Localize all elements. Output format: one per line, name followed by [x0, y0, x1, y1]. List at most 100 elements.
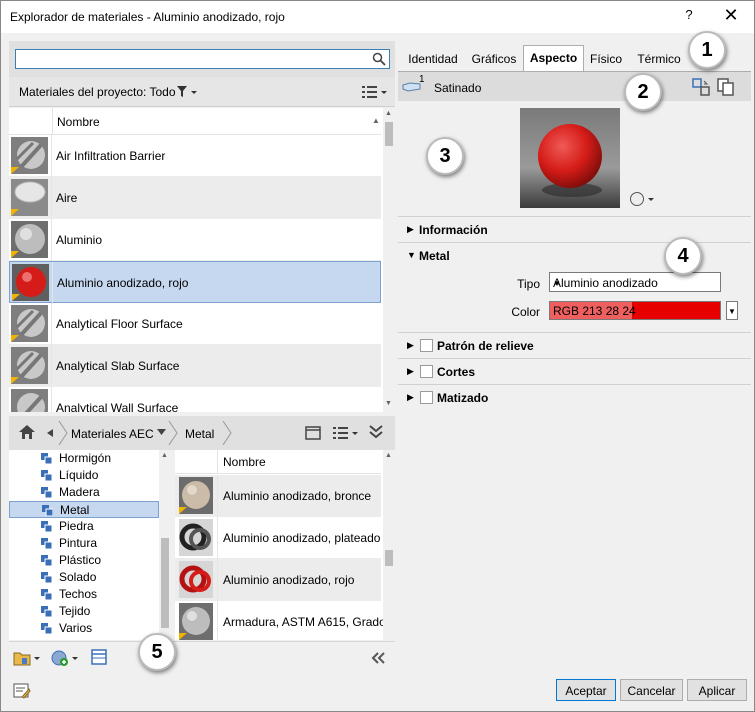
tree-item[interactable]: Líquido [9, 467, 159, 484]
panel-toggle-icon[interactable] [305, 426, 321, 440]
section-cortes[interactable]: ▶ Cortes [398, 358, 751, 384]
expand-arrow-icon[interactable]: ▶ [407, 392, 414, 403]
folder-icon [41, 470, 52, 481]
help-button[interactable]: ? [681, 7, 697, 22]
project-filter-label: Materiales del proyecto: Todo [19, 85, 176, 99]
collapse-arrow-icon[interactable]: ▼ [407, 250, 416, 260]
tree-item-label: Metal [60, 503, 90, 517]
tipo-select[interactable]: Aluminio anodizado ▼ [549, 272, 721, 292]
library-scrollbar[interactable]: ▲ [383, 450, 395, 640]
chevron-down-icon: ▼ [553, 279, 561, 288]
library-row[interactable]: Aluminio anodizado, bronce [175, 475, 381, 517]
breadcrumb-library[interactable]: Materiales AEC [71, 427, 154, 441]
matizado-checkbox[interactable] [420, 391, 433, 404]
tree-scrollbar[interactable]: ▲ [159, 450, 171, 640]
section-patron-relieve[interactable]: ▶ Patrón de relieve [398, 332, 751, 358]
material-row[interactable]: Air Infiltration Barrier [9, 135, 381, 177]
window-title: Explorador de materiales - Aluminio anod… [10, 10, 285, 24]
section-label: Información [419, 223, 488, 237]
tab-fisico[interactable]: Físico [586, 47, 626, 71]
tree-item-label: Hormigón [59, 451, 112, 465]
cortes-checkbox[interactable] [420, 365, 433, 378]
tab-aspecto[interactable]: Aspecto [523, 45, 584, 72]
tab-identidad[interactable]: Identidad [402, 47, 464, 71]
view-options-icon[interactable] [333, 426, 359, 440]
material-browser-window: Explorador de materiales - Aluminio anod… [0, 0, 755, 712]
tipo-label: Tipo [517, 277, 540, 291]
material-row[interactable]: Aluminio [9, 219, 381, 261]
tab-graficos[interactable]: Gráficos [466, 47, 522, 71]
color-dropdown-button[interactable]: ▼ [726, 301, 738, 320]
material-settings-icon[interactable] [13, 683, 31, 699]
striped-sphere-icon [11, 347, 48, 384]
tree-item[interactable]: Plástico [9, 552, 159, 569]
expand-arrow-icon[interactable]: ▶ [407, 340, 414, 351]
tree-item[interactable]: Tejido [9, 603, 159, 620]
tree-item[interactable]: Pintura [9, 535, 159, 552]
material-row[interactable]: Aire [9, 177, 381, 219]
library-list-header: Nombre [175, 450, 381, 474]
column-header-name[interactable]: Nombre [57, 115, 100, 129]
expand-arrow-icon[interactable]: ▶ [407, 224, 414, 235]
double-chevron-down-icon[interactable] [369, 425, 383, 439]
tree-item[interactable]: Hormigón [9, 450, 159, 467]
filter-icon[interactable] [177, 86, 199, 98]
sort-arrow-icon: ▲ [372, 116, 380, 125]
search-icon[interactable] [372, 52, 386, 66]
view-options-icon[interactable] [362, 85, 388, 99]
material-editor-icon[interactable] [91, 649, 107, 665]
close-button[interactable]: ✕ [719, 5, 743, 26]
tree-item[interactable]: Techos [9, 586, 159, 603]
cancel-button[interactable]: Cancelar [620, 679, 683, 701]
library-materials-list: Nombre Aluminio anodizado, bronce Alumin… [175, 450, 395, 640]
library-item-name: Aluminio anodizado, rojo [223, 573, 355, 587]
library-row[interactable]: Armadura, ASTM A615, Grado [175, 601, 386, 640]
patron-checkbox[interactable] [420, 339, 433, 352]
library-row[interactable]: Aluminio anodizado, rojo [175, 559, 381, 601]
striped-sphere-icon [11, 137, 48, 174]
breadcrumb-category[interactable]: Metal [185, 427, 214, 441]
color-swatch-field[interactable]: RGB 213 28 24 [549, 301, 721, 320]
asset-header: 1 Satinado [398, 71, 751, 101]
tree-item[interactable]: Varios [9, 620, 159, 637]
material-name: Aluminio [56, 233, 103, 247]
tab-termico[interactable]: Térmico [632, 47, 686, 71]
home-icon[interactable] [19, 425, 35, 439]
tree-item[interactable]: Solado [9, 569, 159, 586]
open-library-icon[interactable] [13, 650, 41, 666]
replace-asset-icon[interactable] [692, 78, 710, 96]
search-input[interactable] [15, 49, 390, 69]
chevron-down-icon[interactable] [157, 429, 166, 435]
library-row[interactable]: Aluminio anodizado, plateado [175, 517, 381, 559]
apply-button[interactable]: Aplicar [687, 679, 747, 701]
breadcrumb-separator-icon[interactable] [45, 421, 69, 445]
column-header-name[interactable]: Nombre [223, 455, 266, 469]
section-matizado[interactable]: ▶ Matizado [398, 384, 751, 410]
accept-button[interactable]: Aceptar [556, 679, 616, 701]
material-name: Analytical Wall Surface [56, 401, 179, 412]
material-row[interactable]: Analytical Wall Surface [9, 387, 381, 412]
expand-arrow-icon[interactable]: ▶ [407, 366, 414, 377]
tree-item[interactable]: Madera [9, 484, 159, 501]
red-sphere-icon [12, 264, 49, 301]
section-informacion[interactable]: ▶ Información [398, 216, 751, 242]
red-rings-icon [179, 561, 213, 598]
callout-1: 1 [688, 31, 726, 69]
grey-sphere-icon [11, 221, 48, 258]
preview-shape-selector-icon[interactable] [629, 191, 655, 207]
create-material-icon[interactable] [51, 650, 79, 666]
search-bar [9, 41, 395, 77]
striped-sphere-icon [11, 305, 48, 342]
double-chevron-left-icon[interactable] [371, 652, 385, 664]
folder-icon [42, 505, 53, 516]
tree-item[interactable]: Piedra [9, 518, 159, 535]
grey-sphere-icon [179, 603, 213, 640]
material-row[interactable]: Analytical Slab Surface [9, 345, 381, 387]
tree-item-selected[interactable]: Metal [9, 501, 159, 518]
duplicate-asset-icon[interactable] [717, 78, 735, 96]
material-row-selected[interactable]: Aluminio anodizado, rojo [9, 261, 381, 304]
breadcrumb-separator-icon [168, 421, 178, 445]
project-list-scrollbar[interactable]: ▲ ▼ [383, 108, 395, 412]
material-row[interactable]: Analytical Floor Surface [9, 303, 381, 345]
bronze-sphere-icon [179, 477, 213, 514]
